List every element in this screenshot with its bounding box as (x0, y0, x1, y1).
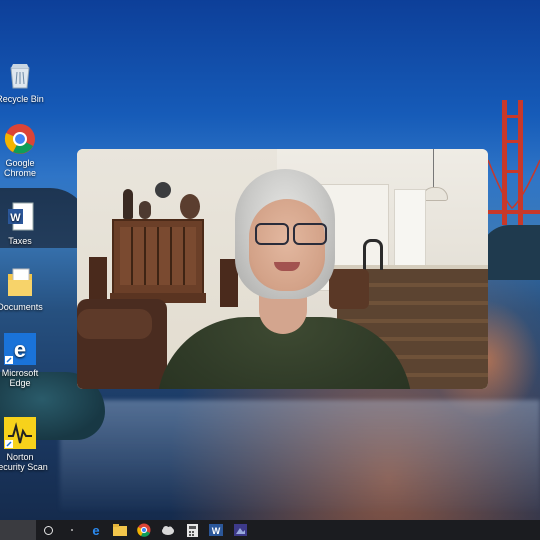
wallpaper-mist (60, 400, 540, 510)
chair (89, 257, 107, 302)
desktop-icon-label: Recycle Bin (0, 94, 44, 104)
desktop-icon-label: Google Chrome (3, 158, 36, 178)
desktop-icon-taxes[interactable]: W Taxes (0, 200, 50, 246)
chrome-icon (3, 122, 37, 156)
pendant-cord (433, 149, 434, 187)
word-icon[interactable]: W (204, 520, 228, 540)
desktop-icon-norton-security-scan[interactable]: Norton Security Scan (0, 416, 50, 472)
eyeglasses-lens (255, 223, 289, 245)
faucet (363, 239, 383, 270)
search-icon[interactable] (36, 520, 60, 540)
word-document-icon: W (3, 200, 37, 234)
norton-icon (3, 416, 37, 450)
desktop-icon-google-chrome[interactable]: Google Chrome (0, 122, 50, 178)
desktop-icon-label: Microsoft Edge (1, 368, 39, 388)
svg-text:W: W (212, 526, 221, 536)
desktop-icon-recycle-bin[interactable]: Recycle Bin (0, 58, 50, 104)
desktop-icon-label: Taxes (8, 236, 32, 246)
golden-gate-bridge (488, 100, 540, 225)
svg-text:e: e (14, 337, 26, 362)
svg-text:e: e (92, 523, 99, 537)
person-face (249, 199, 325, 291)
decorative-plate (155, 182, 171, 198)
start-button[interactable] (0, 520, 36, 540)
edge-icon[interactable]: e (84, 520, 108, 540)
folder-icon (3, 266, 37, 300)
cloud-icon[interactable] (156, 520, 180, 540)
chrome-icon[interactable] (132, 520, 156, 540)
decorative-plate (180, 194, 200, 219)
edge-icon: e (3, 332, 37, 366)
vase (123, 189, 133, 219)
desktop-icon-label: Documents (0, 302, 43, 312)
calculator-icon[interactable] (180, 520, 204, 540)
task-view-icon[interactable] (60, 520, 84, 540)
eyeglasses-lens (293, 223, 327, 245)
recycle-bin-icon (3, 58, 37, 92)
desktop-icon-documents[interactable]: Documents (0, 266, 50, 312)
cabinet-drawers (120, 227, 196, 285)
file-explorer-icon[interactable] (108, 520, 132, 540)
armchair-arm (77, 309, 152, 339)
bar-stool (329, 269, 369, 309)
video-call-window[interactable] (77, 149, 488, 389)
video-app-icon[interactable] (228, 520, 252, 540)
desktop-icon-label: Norton Security Scan (0, 452, 48, 472)
taskbar: e W (0, 520, 540, 540)
refrigerator (394, 189, 426, 271)
desktop-icon-microsoft-edge[interactable]: e Microsoft Edge (0, 332, 50, 388)
svg-text:W: W (10, 212, 21, 224)
vase (139, 201, 151, 219)
cabinet (110, 219, 206, 303)
eyeglasses (253, 223, 327, 245)
wallpaper-hill-right (480, 225, 540, 280)
